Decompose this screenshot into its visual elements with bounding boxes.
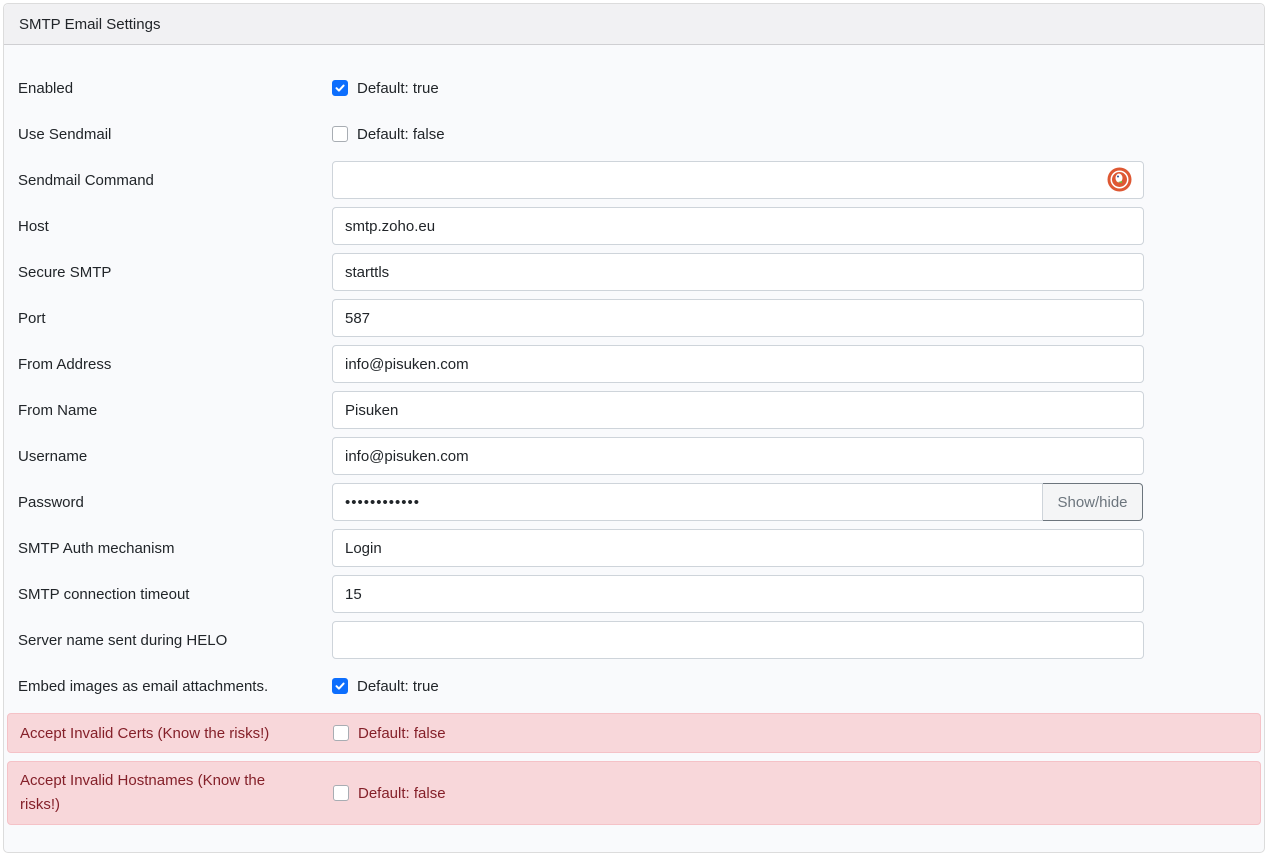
card-header: SMTP Email Settings <box>4 4 1264 45</box>
sendmail-command-label: Sendmail Command <box>18 171 154 189</box>
from-address-input[interactable] <box>332 345 1144 383</box>
use-sendmail-default-text: Default: false <box>357 125 445 143</box>
row-invalid-certs: Accept Invalid Certs (Know the risks!) D… <box>7 713 1261 753</box>
helo-label: Server name sent during HELO <box>18 631 228 649</box>
embed-images-checkbox-group[interactable]: Default: true <box>332 678 439 695</box>
password-label: Password <box>18 493 84 511</box>
invalid-certs-label: Accept Invalid Certs (Know the risks!) <box>20 724 270 742</box>
password-input[interactable] <box>332 483 1043 521</box>
check-icon <box>335 84 345 92</box>
row-embed-images: Embed images as email attachments. Defau… <box>0 669 1262 703</box>
use-sendmail-label: Use Sendmail <box>18 125 112 143</box>
sendmail-command-input[interactable] <box>332 161 1144 199</box>
row-host: Host <box>0 207 1262 245</box>
helo-input[interactable] <box>332 621 1144 659</box>
invalid-hostnames-label: Accept Invalid Hostnames (Know the risks… <box>20 772 266 813</box>
invalid-certs-checkbox[interactable] <box>333 725 349 741</box>
row-timeout: SMTP connection timeout <box>0 575 1262 613</box>
host-label: Host <box>18 217 49 235</box>
check-icon <box>335 682 345 690</box>
embed-images-checkbox[interactable] <box>332 678 348 694</box>
page-title: SMTP Email Settings <box>19 16 161 33</box>
invalid-hostnames-checkbox[interactable] <box>333 785 349 801</box>
row-enabled: Enabled Default: true <box>0 71 1262 105</box>
username-input[interactable] <box>332 437 1144 475</box>
sendmail-command-wrap <box>332 161 1144 199</box>
invalid-hostnames-checkbox-group[interactable]: Default: false <box>333 785 446 802</box>
row-use-sendmail: Use Sendmail Default: false <box>0 117 1262 151</box>
row-sendmail-command: Sendmail Command <box>0 161 1262 199</box>
invalid-certs-default-text: Default: false <box>358 724 446 742</box>
secure-smtp-input[interactable] <box>332 253 1144 291</box>
from-address-label: From Address <box>18 355 112 373</box>
timeout-input[interactable] <box>332 575 1144 613</box>
enabled-checkbox-group[interactable]: Default: true <box>332 80 439 97</box>
port-label: Port <box>18 309 46 327</box>
use-sendmail-checkbox[interactable] <box>332 126 348 142</box>
show-hide-button[interactable]: Show/hide <box>1043 483 1143 521</box>
secure-smtp-label: Secure SMTP <box>18 263 112 281</box>
from-name-label: From Name <box>18 401 98 419</box>
enabled-checkbox[interactable] <box>332 80 348 96</box>
row-auth-mechanism: SMTP Auth mechanism <box>0 529 1262 567</box>
timeout-label: SMTP connection timeout <box>18 585 190 603</box>
row-invalid-hostnames: Accept Invalid Hostnames (Know the risks… <box>7 761 1261 825</box>
row-port: Port <box>0 299 1262 337</box>
invalid-hostnames-default-text: Default: false <box>358 784 446 802</box>
enabled-default-text: Default: true <box>357 79 439 97</box>
row-username: Username <box>0 437 1262 475</box>
password-group: Show/hide <box>332 483 1143 521</box>
row-password: Password Show/hide <box>0 483 1262 521</box>
row-from-address: From Address <box>0 345 1262 383</box>
host-input[interactable] <box>332 207 1144 245</box>
row-helo: Server name sent during HELO <box>0 621 1262 659</box>
use-sendmail-checkbox-group[interactable]: Default: false <box>332 126 445 143</box>
duckduckgo-icon[interactable] <box>1107 167 1132 192</box>
embed-images-label: Embed images as email attachments. <box>18 677 269 695</box>
enabled-label: Enabled <box>18 79 74 97</box>
auth-mechanism-input[interactable] <box>332 529 1144 567</box>
auth-mechanism-label: SMTP Auth mechanism <box>18 539 175 557</box>
from-name-input[interactable] <box>332 391 1144 429</box>
embed-images-default-text: Default: true <box>357 677 439 695</box>
row-secure-smtp: Secure SMTP <box>0 253 1262 291</box>
port-input[interactable] <box>332 299 1144 337</box>
username-label: Username <box>18 447 88 465</box>
row-from-name: From Name <box>0 391 1262 429</box>
invalid-certs-checkbox-group[interactable]: Default: false <box>333 725 446 742</box>
